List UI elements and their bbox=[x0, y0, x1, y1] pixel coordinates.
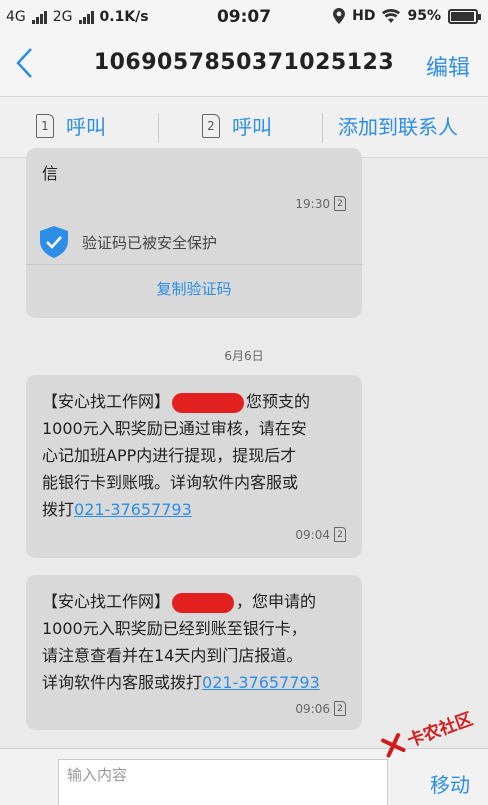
message-line: 1000元入职奖励已通过审核，请在安 bbox=[42, 419, 307, 438]
message-line: 【安心找工作网】 您预支的 bbox=[42, 388, 362, 415]
message-line: 能银行卡到账哦。详询软件内客服或 bbox=[42, 473, 299, 492]
add-to-contacts-button[interactable]: 添加到联系人 bbox=[338, 111, 458, 140]
sender-name: 【安心找工作网】 bbox=[42, 392, 171, 411]
watermark-text: 卡农社区 bbox=[404, 709, 476, 752]
message-time-text: 19:30 bbox=[295, 196, 330, 211]
call-sim1-label: 呼叫 bbox=[66, 115, 106, 139]
battery-percent: 95% bbox=[407, 8, 441, 24]
message-line: 【安心找工作网】 ，您申请的 bbox=[42, 588, 362, 615]
sim-card-icon: 2 bbox=[334, 701, 346, 716]
divider bbox=[158, 113, 159, 143]
message-bubble[interactable]: 信 19:30 2 验证码已被安全保护 复制验证码 bbox=[26, 148, 362, 318]
message-bubble[interactable]: 【安心找工作网】 您预支的 1000元入职奖励已通过审核，请在安 心记加班APP内… bbox=[26, 375, 362, 558]
message-line: 请注意查看并在14天内到门店报道。 bbox=[42, 646, 303, 665]
message-bubble[interactable]: 【安心找工作网】 ，您申请的 1000元入职奖励已经到账至银行卡， 请注意查看并在… bbox=[26, 575, 362, 730]
sim-card-icon: 2 bbox=[334, 196, 346, 211]
call-sim2-button[interactable]: 2 呼叫 bbox=[202, 111, 272, 140]
message-text: 【安心找工作网】 您预支的 1000元入职奖励已通过审核，请在安 心记加班APP内… bbox=[42, 388, 362, 523]
message-time: 19:30 2 bbox=[295, 196, 346, 211]
message-input-box bbox=[58, 759, 388, 805]
message-fragment: 拨打 bbox=[42, 500, 75, 519]
code-protection-text: 验证码已被安全保护 bbox=[82, 233, 218, 252]
sim-card-icon: 1 bbox=[36, 113, 54, 138]
wifi-icon bbox=[382, 9, 401, 23]
send-button[interactable]: 移动 bbox=[430, 769, 470, 798]
redaction-mark bbox=[172, 392, 245, 413]
message-line: 1000元入职奖励已经到账至银行卡， bbox=[42, 619, 307, 638]
message-text: 信 bbox=[42, 164, 59, 183]
call-sim2-label: 呼叫 bbox=[232, 115, 272, 139]
message-text: 【安心找工作网】 ，您申请的 1000元入职奖励已经到账至银行卡， 请注意查看并在… bbox=[42, 588, 362, 696]
date-separator: 6月6日 bbox=[224, 349, 264, 363]
sender-name: 【安心找工作网】 bbox=[42, 592, 171, 611]
message-time: 09:06 2 bbox=[295, 701, 346, 716]
call-sim1-button[interactable]: 1 呼叫 bbox=[36, 111, 106, 140]
message-time: 09:04 2 bbox=[295, 527, 346, 542]
divider bbox=[322, 113, 323, 143]
message-line: 详询软件内客服或拨打021-37657793 bbox=[42, 669, 362, 696]
redaction-mark bbox=[172, 592, 235, 613]
status-right: HD 95% bbox=[333, 8, 481, 24]
status-bar: 4G 2G 0.1K/s 09:07 HD 95% bbox=[0, 0, 488, 34]
add-to-contacts-label: 添加到联系人 bbox=[338, 115, 458, 139]
divider bbox=[26, 264, 362, 265]
message-input[interactable] bbox=[59, 760, 387, 805]
sim-card-icon: 2 bbox=[202, 113, 220, 138]
sim-card-icon: 2 bbox=[334, 527, 346, 542]
message-line: 心记加班APP内进行提现，提现后才 bbox=[42, 446, 297, 465]
location-icon bbox=[333, 8, 346, 24]
edit-button[interactable]: 编辑 bbox=[426, 50, 470, 82]
code-protection-row: 验证码已被安全保护 bbox=[40, 226, 217, 258]
phone-link[interactable]: 021-37657793 bbox=[74, 500, 192, 519]
message-time-text: 09:04 bbox=[295, 527, 330, 542]
message-fragment: 您预支的 bbox=[246, 392, 311, 411]
compose-bar: 移动 bbox=[0, 748, 488, 805]
conversation-header: 1069057850371025123 编辑 bbox=[0, 34, 488, 96]
phone-link[interactable]: 021-37657793 bbox=[202, 673, 320, 692]
message-time-text: 09:06 bbox=[295, 701, 330, 716]
page-title: 1069057850371025123 bbox=[93, 50, 395, 75]
message-fragment: 详询软件内客服或拨打 bbox=[42, 673, 203, 692]
battery-icon bbox=[448, 8, 481, 24]
message-fragment: ，您申请的 bbox=[236, 592, 317, 611]
shield-check-icon bbox=[40, 226, 68, 258]
hd-indicator: HD bbox=[352, 8, 376, 24]
message-line: 拨打021-37657793 bbox=[42, 496, 362, 523]
copy-code-button[interactable]: 复制验证码 bbox=[26, 278, 362, 299]
